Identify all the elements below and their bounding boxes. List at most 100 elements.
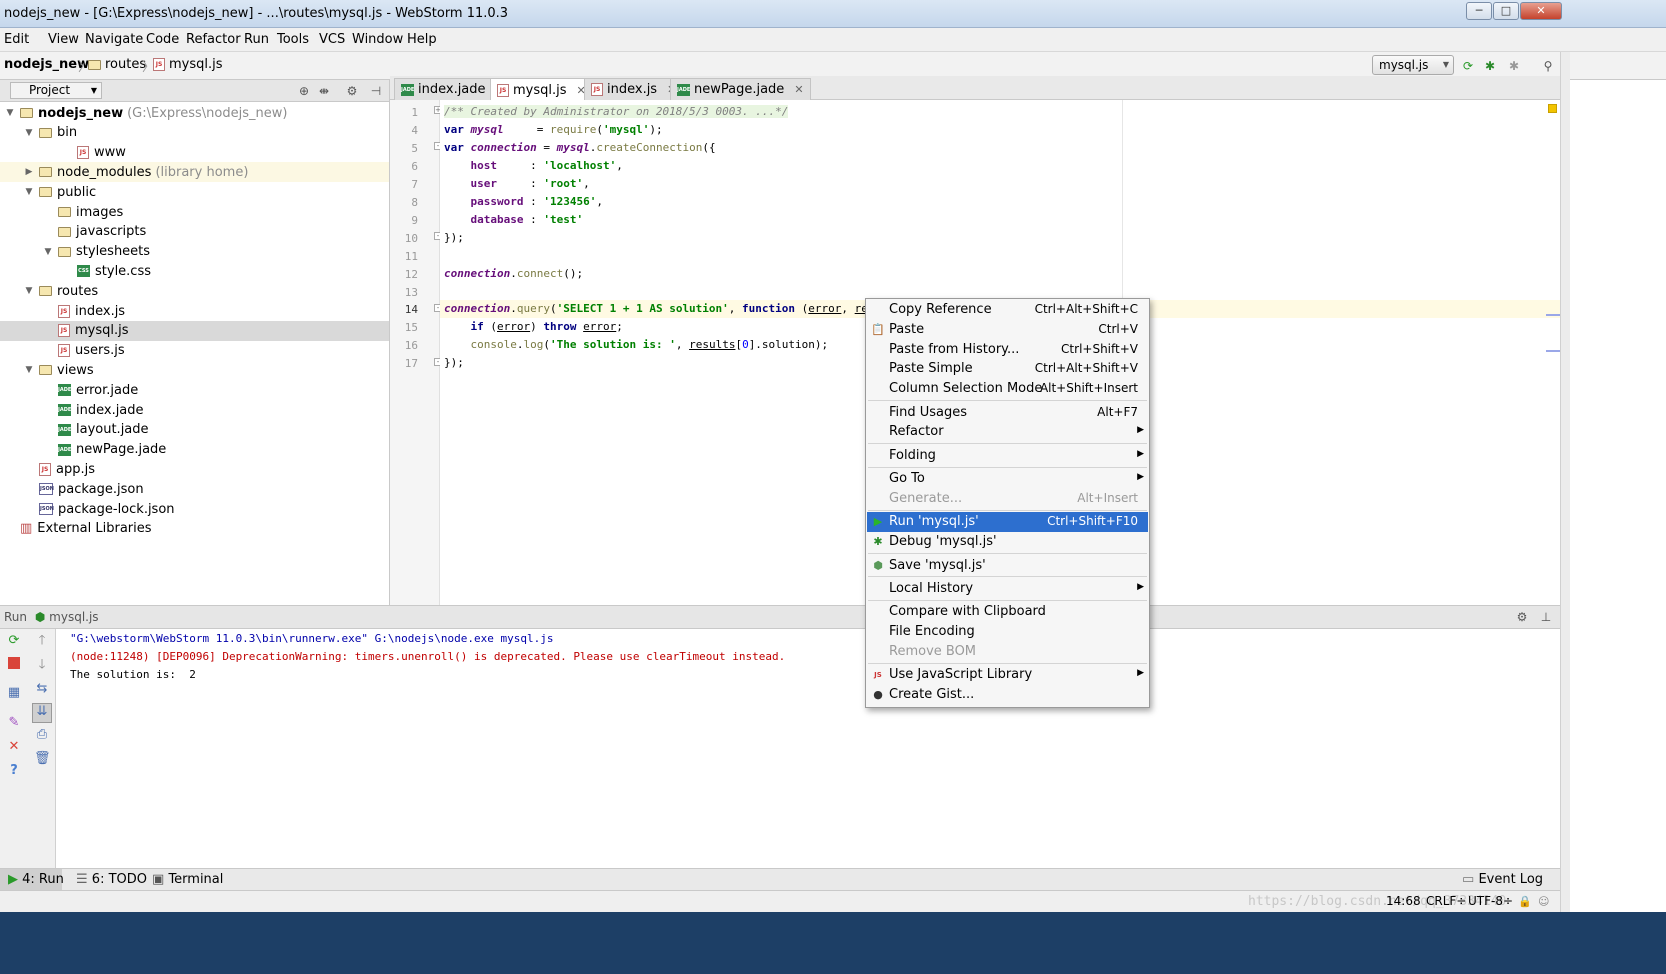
caret-position[interactable]: 14:68 [1386,894,1421,908]
hide-panel-icon[interactable]: ⊥ [1538,609,1554,625]
help-icon[interactable]: ? [6,763,22,779]
close-icon[interactable]: ✕ [6,739,22,755]
trash-icon[interactable]: 🗑 [34,751,51,767]
line-number[interactable]: 13 [390,286,418,299]
editor-error-stripe[interactable] [1546,100,1560,605]
line-separator[interactable]: CRLF÷ [1426,894,1466,908]
context-menu-item[interactable]: Go To ▶ [867,469,1148,489]
gear-icon[interactable]: ⚙ [344,83,360,99]
usage-mark[interactable] [1546,350,1560,352]
context-menu-item[interactable]: ✱ Debug 'mysql.js' [867,532,1148,552]
rerun-icon[interactable]: ⟳ [1460,58,1476,74]
line-number[interactable]: 10 [390,232,418,245]
lock-icon[interactable]: 🔒 [1518,895,1532,908]
tree-item[interactable]: ▼ bin [0,123,389,143]
tree-item[interactable]: JADE layout.jade [0,420,389,440]
expand-arrow-icon[interactable]: ▼ [23,365,35,375]
gear-icon[interactable]: ⚙ [1514,609,1530,625]
tree-item[interactable]: JS users.js [0,341,389,361]
pin-icon[interactable]: ✎ [6,715,22,731]
context-menu-item[interactable]: ▶ Run 'mysql.js' Ctrl+Shift+F10 [867,512,1148,533]
arrow-down-icon[interactable]: 🡓 [34,657,50,673]
line-number[interactable]: 8 [390,196,418,209]
window-title-bar[interactable]: nodejs_new - [G:\Express\nodejs_new] - .… [0,0,1666,28]
line-number[interactable]: 4 [390,124,418,137]
collapse-all-icon[interactable]: ⇼ [316,83,332,99]
tree-item[interactable]: JS www [0,143,389,163]
line-number[interactable]: 5 [390,142,418,155]
layout-icon[interactable]: ▦ [6,685,22,701]
context-menu-item[interactable]: ● Create Gist... [867,685,1148,705]
tree-item[interactable]: images [0,202,389,222]
tree-item[interactable]: JSON package.json [0,479,389,499]
tree-item[interactable]: ▼ nodejs_new (G:\Express\nodejs_new) [0,103,389,123]
tab-newpage-jade[interactable]: JADE newPage.jade ✕ [670,78,811,100]
tree-item[interactable]: JADE index.jade [0,400,389,420]
context-menu-item[interactable]: Find Usages Alt+F7 [867,403,1148,423]
menu-vcs[interactable]: VCS [319,32,345,47]
rerun-icon[interactable]: ⟳ [6,633,22,649]
menu-view[interactable]: View [48,32,79,47]
breadcrumb-folder[interactable]: routes [88,57,146,72]
debug-icon[interactable]: ✱ [1482,58,1498,74]
file-encoding[interactable]: UTF-8÷ [1468,894,1513,908]
line-number[interactable]: 14 [390,303,418,316]
tree-item[interactable]: ▶ node_modules (library home) [0,162,389,183]
tool-event-log[interactable]: ▭ Event Log [1462,872,1543,887]
scroll-to-end-icon[interactable]: ⇊ [32,703,52,723]
tab-index-js[interactable]: JS index.js ✕ [584,78,684,100]
tree-item[interactable]: JSON package-lock.json [0,499,389,519]
analysis-status-icon[interactable] [1548,104,1557,113]
tool-terminal[interactable]: ▣ Terminal [152,872,223,887]
coverage-icon[interactable]: ✱ [1506,58,1522,74]
context-menu-item[interactable]: Column Selection Mode Alt+Shift+Insert [867,379,1148,399]
stop-icon[interactable] [6,657,22,673]
tree-item[interactable]: ▼ routes [0,281,389,301]
tool-todo[interactable]: ☰ 6: TODO [76,872,147,887]
tree-item[interactable]: ▼ views [0,360,389,380]
close-window-button[interactable]: ✕ [1520,2,1562,20]
collapse-arrow-icon[interactable]: ▶ [23,167,35,177]
tree-item[interactable]: javascripts [0,222,389,242]
context-menu-item[interactable]: Refactor ▶ [867,422,1148,442]
inspector-icon[interactable]: ☺ [1538,895,1549,908]
breadcrumb-project[interactable]: nodejs_new [4,57,89,72]
tool-run[interactable]: ▶ 4: Run [0,869,64,890]
project-view-dropdown[interactable]: Project ▼ [10,82,102,99]
context-menu-item[interactable]: Copy Reference Ctrl+Alt+Shift+C [867,300,1148,320]
print-icon[interactable]: ⎙ [34,727,50,743]
menu-code[interactable]: Code [146,32,179,47]
line-number[interactable]: 11 [390,250,418,263]
tree-item[interactable]: ▼ stylesheets [0,242,389,262]
line-number[interactable]: 16 [390,339,418,352]
maximize-button[interactable]: □ [1493,2,1519,20]
context-menu-item[interactable]: JS Use JavaScript Library ▶ [867,665,1148,685]
line-number[interactable]: 9 [390,214,418,227]
menu-navigate[interactable]: Navigate [85,32,143,47]
context-menu-item[interactable]: Paste Simple Ctrl+Alt+Shift+V [867,359,1148,379]
context-menu-item[interactable]: Paste from History... Ctrl+Shift+V [867,340,1148,360]
breadcrumb-file[interactable]: JS mysql.js [153,57,223,72]
close-tab-icon[interactable]: ✕ [794,83,803,96]
line-number[interactable]: 17 [390,357,418,370]
menu-run[interactable]: Run [244,32,269,47]
expand-arrow-icon[interactable]: ▼ [23,286,35,296]
soft-wrap-icon[interactable]: ⇆ [34,681,50,697]
tree-item[interactable]: CSS style.css [0,261,389,281]
expand-arrow-icon[interactable]: ▼ [23,128,35,138]
run-console[interactable] [56,629,1560,868]
tree-item[interactable]: ▥ External Libraries [0,519,389,539]
tree-item[interactable]: JADE newPage.jade [0,440,389,460]
expand-arrow-icon[interactable]: ▼ [23,187,35,197]
context-menu-item[interactable]: Local History ▶ [867,579,1148,599]
search-icon[interactable]: ⚲ [1540,58,1556,74]
line-number[interactable]: 15 [390,321,418,334]
editor-gutter[interactable]: 1 4 5 6 7 8 9 10 11 12 13 14 15 16 17 + - - - - [390,100,442,605]
tab-mysql-js[interactable]: JS mysql.js ✕ [490,78,593,101]
menu-help[interactable]: Help [407,32,437,47]
run-config-dropdown[interactable]: mysql.js ▼ [1372,55,1454,75]
context-menu-item[interactable]: 📋 Paste Ctrl+V [867,320,1148,340]
minimize-button[interactable]: ─ [1466,2,1492,20]
tree-item[interactable]: ▼ public [0,182,389,202]
expand-arrow-icon[interactable]: ▼ [4,108,16,118]
